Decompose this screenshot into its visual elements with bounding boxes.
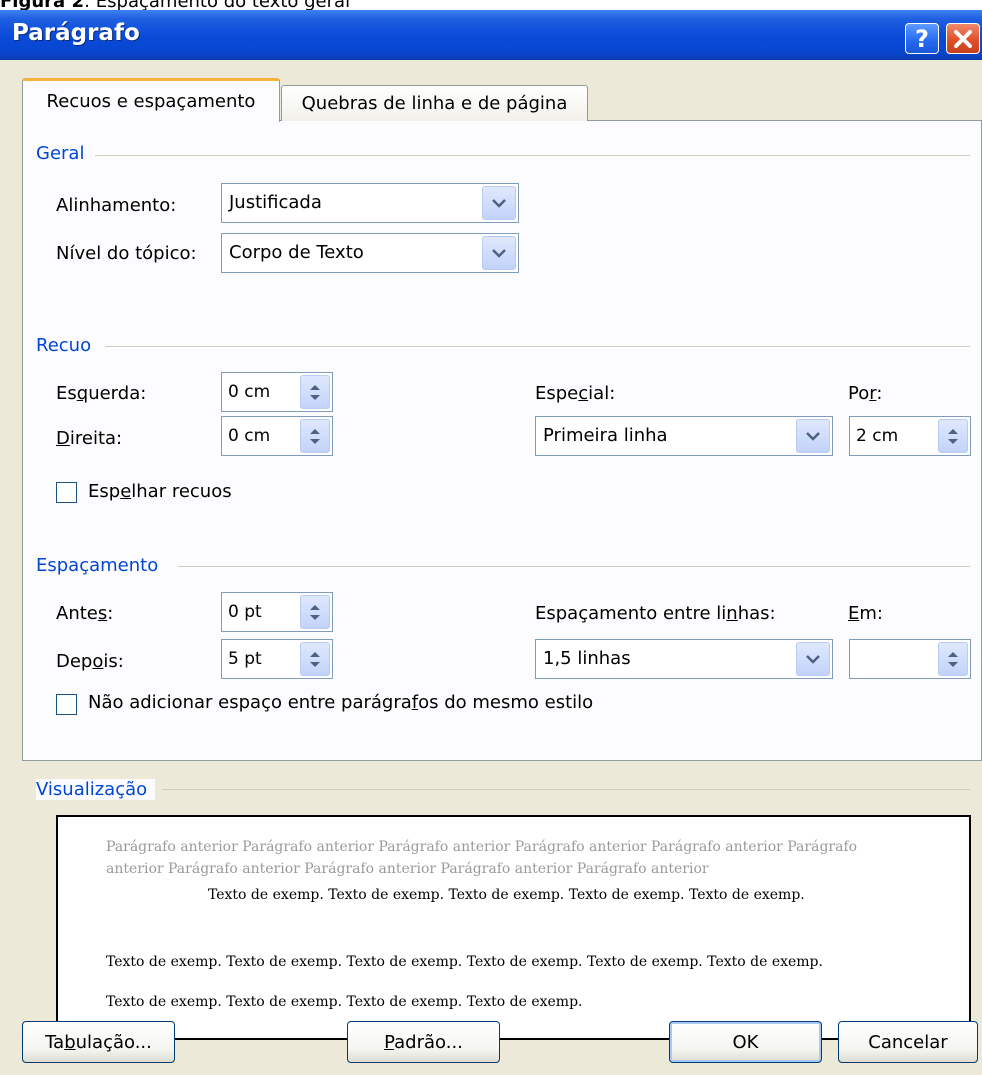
esquerda-value: 0 cm <box>228 382 271 402</box>
espelhar-recuos-label: Espelhar recuos <box>88 481 232 502</box>
esquerda-label: Esquerda: <box>56 383 147 404</box>
preview-previous-paragraph-line: Parágrafo anterior Parágrafo anterior Pa… <box>106 839 858 855</box>
chevron-down-icon <box>806 432 820 441</box>
depois-spinner[interactable]: 5 pt <box>221 639 333 679</box>
divider <box>178 566 970 567</box>
dropdown-button[interactable] <box>796 642 830 676</box>
divider <box>105 346 970 347</box>
nao-adicionar-espaco-label: Não adicionar espaço entre parágrafos do… <box>88 692 594 713</box>
antes-label: Antes: <box>56 603 114 624</box>
title-bar: Parágrafo ? <box>0 10 982 60</box>
spin-down-icon <box>310 661 320 667</box>
chevron-down-icon <box>806 655 820 664</box>
direita-spinner[interactable]: 0 cm <box>221 416 333 456</box>
divider <box>162 789 970 790</box>
ok-button[interactable]: OK <box>669 1021 822 1063</box>
especial-value: Primeira linha <box>543 425 668 446</box>
divider <box>95 155 970 156</box>
help-icon: ? <box>915 24 929 53</box>
close-button[interactable] <box>946 23 980 54</box>
spin-up-icon <box>310 651 320 657</box>
alinhamento-value: Justificada <box>229 192 322 213</box>
depois-value: 5 pt <box>228 649 262 669</box>
spin-buttons[interactable] <box>300 595 330 629</box>
tabulacao-button-label: Tabulação... <box>45 1031 152 1053</box>
esquerda-spinner[interactable]: 0 cm <box>221 372 333 412</box>
alinhamento-select[interactable]: Justificada <box>221 183 519 223</box>
antes-spinner[interactable]: 0 pt <box>221 592 333 632</box>
direita-value: 0 cm <box>228 426 271 446</box>
chevron-down-icon <box>492 199 506 208</box>
tab-label: Quebras de linha e de página <box>301 93 568 114</box>
window-title: Parágrafo <box>12 20 140 46</box>
spin-down-icon <box>310 614 320 620</box>
depois-label: Depois: <box>56 651 124 672</box>
por-label: Por: <box>848 383 883 404</box>
nivel-topico-select[interactable]: Corpo de Texto <box>221 233 519 273</box>
tab-quebras-linha-pagina[interactable]: Quebras de linha e de página <box>281 85 588 121</box>
espelhar-recuos-checkbox[interactable] <box>56 482 77 503</box>
especial-select[interactable]: Primeira linha <box>535 416 833 456</box>
dropdown-button[interactable] <box>796 419 830 453</box>
spin-buttons[interactable] <box>300 642 330 676</box>
section-recuo-title: Recuo <box>36 335 100 356</box>
spin-up-icon <box>310 604 320 610</box>
preview-sample-line: Texto de exemp. Texto de exemp. Texto de… <box>106 994 583 1010</box>
help-button[interactable]: ? <box>905 23 939 54</box>
espacamento-entre-linhas-label: Espaçamento entre linhas: <box>535 603 776 624</box>
nao-adicionar-espaco-checkbox[interactable] <box>56 694 77 715</box>
dropdown-button[interactable] <box>482 186 516 220</box>
tab-label: Recuos e espaçamento <box>46 91 256 112</box>
spin-buttons[interactable] <box>938 642 968 676</box>
spin-down-icon <box>948 661 958 667</box>
padrao-button[interactable]: Padrão... <box>347 1021 500 1063</box>
dropdown-button[interactable] <box>482 236 516 270</box>
tabulacao-button[interactable]: Tabulação... <box>22 1021 175 1063</box>
spin-down-icon <box>948 438 958 444</box>
cancelar-button[interactable]: Cancelar <box>838 1021 978 1063</box>
padrao-button-label: Padrão... <box>384 1031 463 1053</box>
nivel-topico-value: Corpo de Texto <box>229 242 364 263</box>
especial-label: Especial: <box>535 383 616 404</box>
chevron-down-icon <box>492 249 506 258</box>
section-espacamento-title: Espaçamento <box>36 555 167 576</box>
section-visualizacao-title: Visualização <box>36 779 156 800</box>
cancelar-button-label: Cancelar <box>868 1031 948 1053</box>
ok-button-label: OK <box>732 1031 759 1053</box>
espacamento-entre-linhas-select[interactable]: 1,5 linhas <box>535 639 833 679</box>
direita-label: Direita: <box>56 428 123 449</box>
nivel-topico-label: Nível do tópico: <box>56 243 197 264</box>
spin-down-icon <box>310 438 320 444</box>
close-icon <box>954 29 972 48</box>
espacamento-entre-linhas-value: 1,5 linhas <box>543 648 631 669</box>
preview-box: Parágrafo anterior Parágrafo anterior Pa… <box>56 815 971 1040</box>
spin-up-icon <box>310 384 320 390</box>
alinhamento-label: Alinhamento: <box>56 195 177 216</box>
preview-previous-paragraph-line: anterior Parágrafo anterior Parágrafo an… <box>106 861 709 877</box>
preview-sample-line: Texto de exemp. Texto de exemp. Texto de… <box>208 887 805 903</box>
spin-buttons[interactable] <box>300 419 330 453</box>
spin-buttons[interactable] <box>300 375 330 409</box>
em-label: Em: <box>848 603 883 624</box>
section-geral-title: Geral <box>36 143 93 164</box>
tab-recuos-espacamento[interactable]: Recuos e espaçamento <box>22 78 280 122</box>
por-value: 2 cm <box>856 426 899 446</box>
spin-up-icon <box>948 428 958 434</box>
antes-value: 0 pt <box>228 602 262 622</box>
por-spinner[interactable]: 2 cm <box>849 416 971 456</box>
em-spinner[interactable] <box>849 639 971 679</box>
preview-sample-line: Texto de exemp. Texto de exemp. Texto de… <box>106 954 823 970</box>
spin-up-icon <box>948 651 958 657</box>
spin-buttons[interactable] <box>938 419 968 453</box>
spin-up-icon <box>310 428 320 434</box>
spin-down-icon <box>310 394 320 400</box>
